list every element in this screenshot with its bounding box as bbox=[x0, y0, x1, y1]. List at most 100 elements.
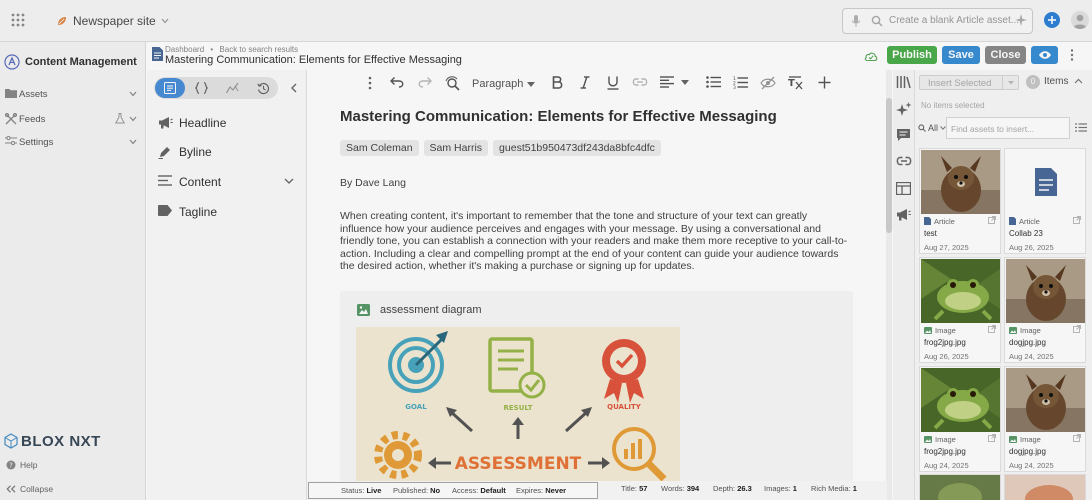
asset-thumbnail bbox=[921, 368, 1000, 432]
publish-status-box[interactable]: Status: Live Published: No Access: Defau… bbox=[308, 482, 598, 499]
author-tag[interactable]: Sam Harris bbox=[423, 140, 489, 156]
megaphone-icon bbox=[158, 116, 173, 129]
more-options-icon[interactable] bbox=[1070, 49, 1074, 61]
paragraph-style-select[interactable]: Paragraph bbox=[472, 77, 536, 91]
nav-item-assets[interactable]: Assets bbox=[5, 87, 141, 103]
align-left-icon[interactable] bbox=[660, 76, 674, 88]
body-content-field[interactable]: When creating content, it's important to… bbox=[340, 210, 850, 273]
global-search-input[interactable]: Create a blank Article asset... bbox=[842, 8, 1033, 34]
open-external-icon[interactable] bbox=[988, 216, 996, 224]
open-external-icon[interactable] bbox=[1073, 434, 1081, 442]
structure-item-content[interactable]: Content bbox=[158, 172, 298, 192]
link-icon[interactable] bbox=[896, 156, 912, 166]
asset-card[interactable]: Image dogjpg.jpg Aug 24, 2025 bbox=[1004, 257, 1086, 363]
assessment-diagram-image[interactable]: GOAL RESULT QUALITY ASSESSMENT bbox=[356, 327, 680, 481]
structure-item-label: Byline bbox=[179, 145, 212, 159]
library-icon[interactable] bbox=[896, 75, 911, 89]
breadcrumb-back-to-search[interactable]: Back to search results bbox=[219, 45, 298, 54]
microphone-icon[interactable] bbox=[851, 14, 861, 28]
collapse-nav-button[interactable]: Collapse bbox=[6, 483, 53, 495]
asset-search-input[interactable]: Find assets to insert... bbox=[946, 117, 1070, 139]
author-tag[interactable]: guest51b950473df243da8bfc4dfc bbox=[493, 140, 661, 156]
open-external-icon[interactable] bbox=[988, 434, 996, 442]
asset-card[interactable]: Image frog2jpg.jpg Aug 26, 2025 bbox=[919, 257, 1001, 363]
insert-options-dropdown[interactable] bbox=[1002, 76, 1018, 89]
embedded-image-block[interactable]: assessment diagram GOAL RESULT QUALITY A… bbox=[340, 291, 853, 481]
bold-icon[interactable] bbox=[552, 76, 563, 89]
structure-item-headline[interactable]: Headline bbox=[158, 113, 298, 133]
asset-thumbnail bbox=[1006, 368, 1085, 432]
help-link[interactable]: ? Help bbox=[6, 459, 37, 471]
tab-analytics-view[interactable] bbox=[217, 78, 247, 98]
list-view-icon[interactable] bbox=[1075, 123, 1087, 132]
result-document-icon bbox=[488, 337, 546, 399]
caret-down-icon[interactable] bbox=[681, 80, 689, 85]
undo-icon[interactable] bbox=[390, 76, 405, 88]
hide-content-icon[interactable] bbox=[760, 76, 776, 90]
chevron-up-icon[interactable] bbox=[1074, 78, 1083, 84]
add-asset-button[interactable] bbox=[1044, 12, 1060, 28]
close-button[interactable]: Close bbox=[985, 46, 1026, 64]
asset-card[interactable]: Image dogjpg.jpg Aug 24, 2025 bbox=[1004, 366, 1086, 472]
tab-history-view[interactable] bbox=[248, 78, 278, 98]
publish-button[interactable]: Publish bbox=[887, 46, 937, 64]
flask-icon[interactable] bbox=[115, 113, 125, 124]
tab-code-view[interactable] bbox=[186, 78, 216, 98]
asset-card-partial[interactable] bbox=[919, 474, 1001, 500]
folder-icon bbox=[5, 88, 17, 98]
save-button[interactable]: Save bbox=[942, 46, 980, 64]
author-tag[interactable]: Sam Coleman bbox=[340, 140, 419, 156]
bulleted-list-icon[interactable] bbox=[706, 76, 721, 88]
ai-sparkle-icon[interactable] bbox=[896, 102, 912, 118]
site-switcher[interactable]: Newspaper site bbox=[56, 12, 169, 30]
comments-icon[interactable] bbox=[896, 128, 911, 142]
more-vertical-icon[interactable] bbox=[368, 76, 372, 90]
asset-type: Article bbox=[924, 216, 955, 226]
asset-search-placeholder: Find assets to insert... bbox=[951, 124, 1035, 134]
chevron-down-icon[interactable] bbox=[129, 139, 137, 145]
content-management-title[interactable]: Content Management bbox=[4, 52, 137, 72]
chevron-down-icon[interactable] bbox=[129, 116, 137, 122]
find-replace-icon[interactable] bbox=[445, 76, 460, 91]
breadcrumb-dashboard[interactable]: Dashboard bbox=[165, 45, 204, 54]
ai-sparkle-icon[interactable] bbox=[1015, 14, 1028, 27]
preview-button[interactable] bbox=[1031, 46, 1058, 64]
redo-icon[interactable] bbox=[417, 76, 432, 88]
megaphone-icon[interactable] bbox=[896, 208, 911, 221]
asset-card[interactable]: Article Collab 23 Aug 26, 2025 bbox=[1004, 148, 1086, 254]
tab-form-view[interactable] bbox=[155, 78, 185, 98]
scrollbar-thumb[interactable] bbox=[886, 98, 892, 233]
open-external-icon[interactable] bbox=[988, 325, 996, 333]
chevron-left-icon[interactable] bbox=[291, 83, 297, 93]
editor-scrollbar[interactable] bbox=[886, 70, 892, 500]
link-icon[interactable] bbox=[632, 76, 648, 88]
paragraph-style-value: Paragraph bbox=[472, 78, 524, 90]
byline-field[interactable]: By Dave Lang bbox=[340, 177, 406, 189]
structure-item-tagline[interactable]: Tagline bbox=[158, 202, 298, 222]
clear-formatting-icon[interactable]: T bbox=[788, 76, 803, 90]
nav-item-feeds[interactable]: Feeds bbox=[5, 112, 141, 128]
numbered-list-icon[interactable]: 123 bbox=[733, 76, 748, 89]
asset-card[interactable]: Article test Aug 27, 2025 bbox=[919, 148, 1001, 254]
layout-table-icon[interactable] bbox=[896, 182, 911, 195]
asset-card-partial[interactable] bbox=[1004, 474, 1086, 500]
italic-icon[interactable] bbox=[580, 76, 590, 89]
structure-panel: Headline Byline Content Tagline bbox=[147, 70, 307, 500]
asset-type: Image bbox=[1009, 325, 1041, 335]
chevron-down-icon[interactable] bbox=[129, 91, 137, 97]
help-label: Help bbox=[20, 460, 38, 470]
nav-item-settings[interactable]: Settings bbox=[5, 135, 141, 151]
insert-plus-icon[interactable] bbox=[818, 76, 831, 89]
headline-field[interactable]: Mastering Communication: Elements for Ef… bbox=[340, 108, 777, 125]
open-external-icon[interactable] bbox=[1073, 216, 1081, 224]
underline-icon[interactable] bbox=[607, 76, 619, 90]
asset-card[interactable]: Image frog2jpg.jpg Aug 24, 2025 bbox=[919, 366, 1001, 472]
structure-item-byline[interactable]: Byline bbox=[158, 142, 298, 162]
insert-selected-button[interactable]: Insert Selected bbox=[919, 75, 1019, 90]
chevron-down-icon[interactable] bbox=[284, 178, 294, 184]
apps-grid-icon[interactable] bbox=[11, 13, 25, 27]
user-avatar[interactable] bbox=[1071, 11, 1089, 29]
open-external-icon[interactable] bbox=[1073, 325, 1081, 333]
asset-type-filter[interactable]: All bbox=[918, 120, 946, 136]
diagram-center-label: ASSESSMENT bbox=[455, 454, 582, 474]
